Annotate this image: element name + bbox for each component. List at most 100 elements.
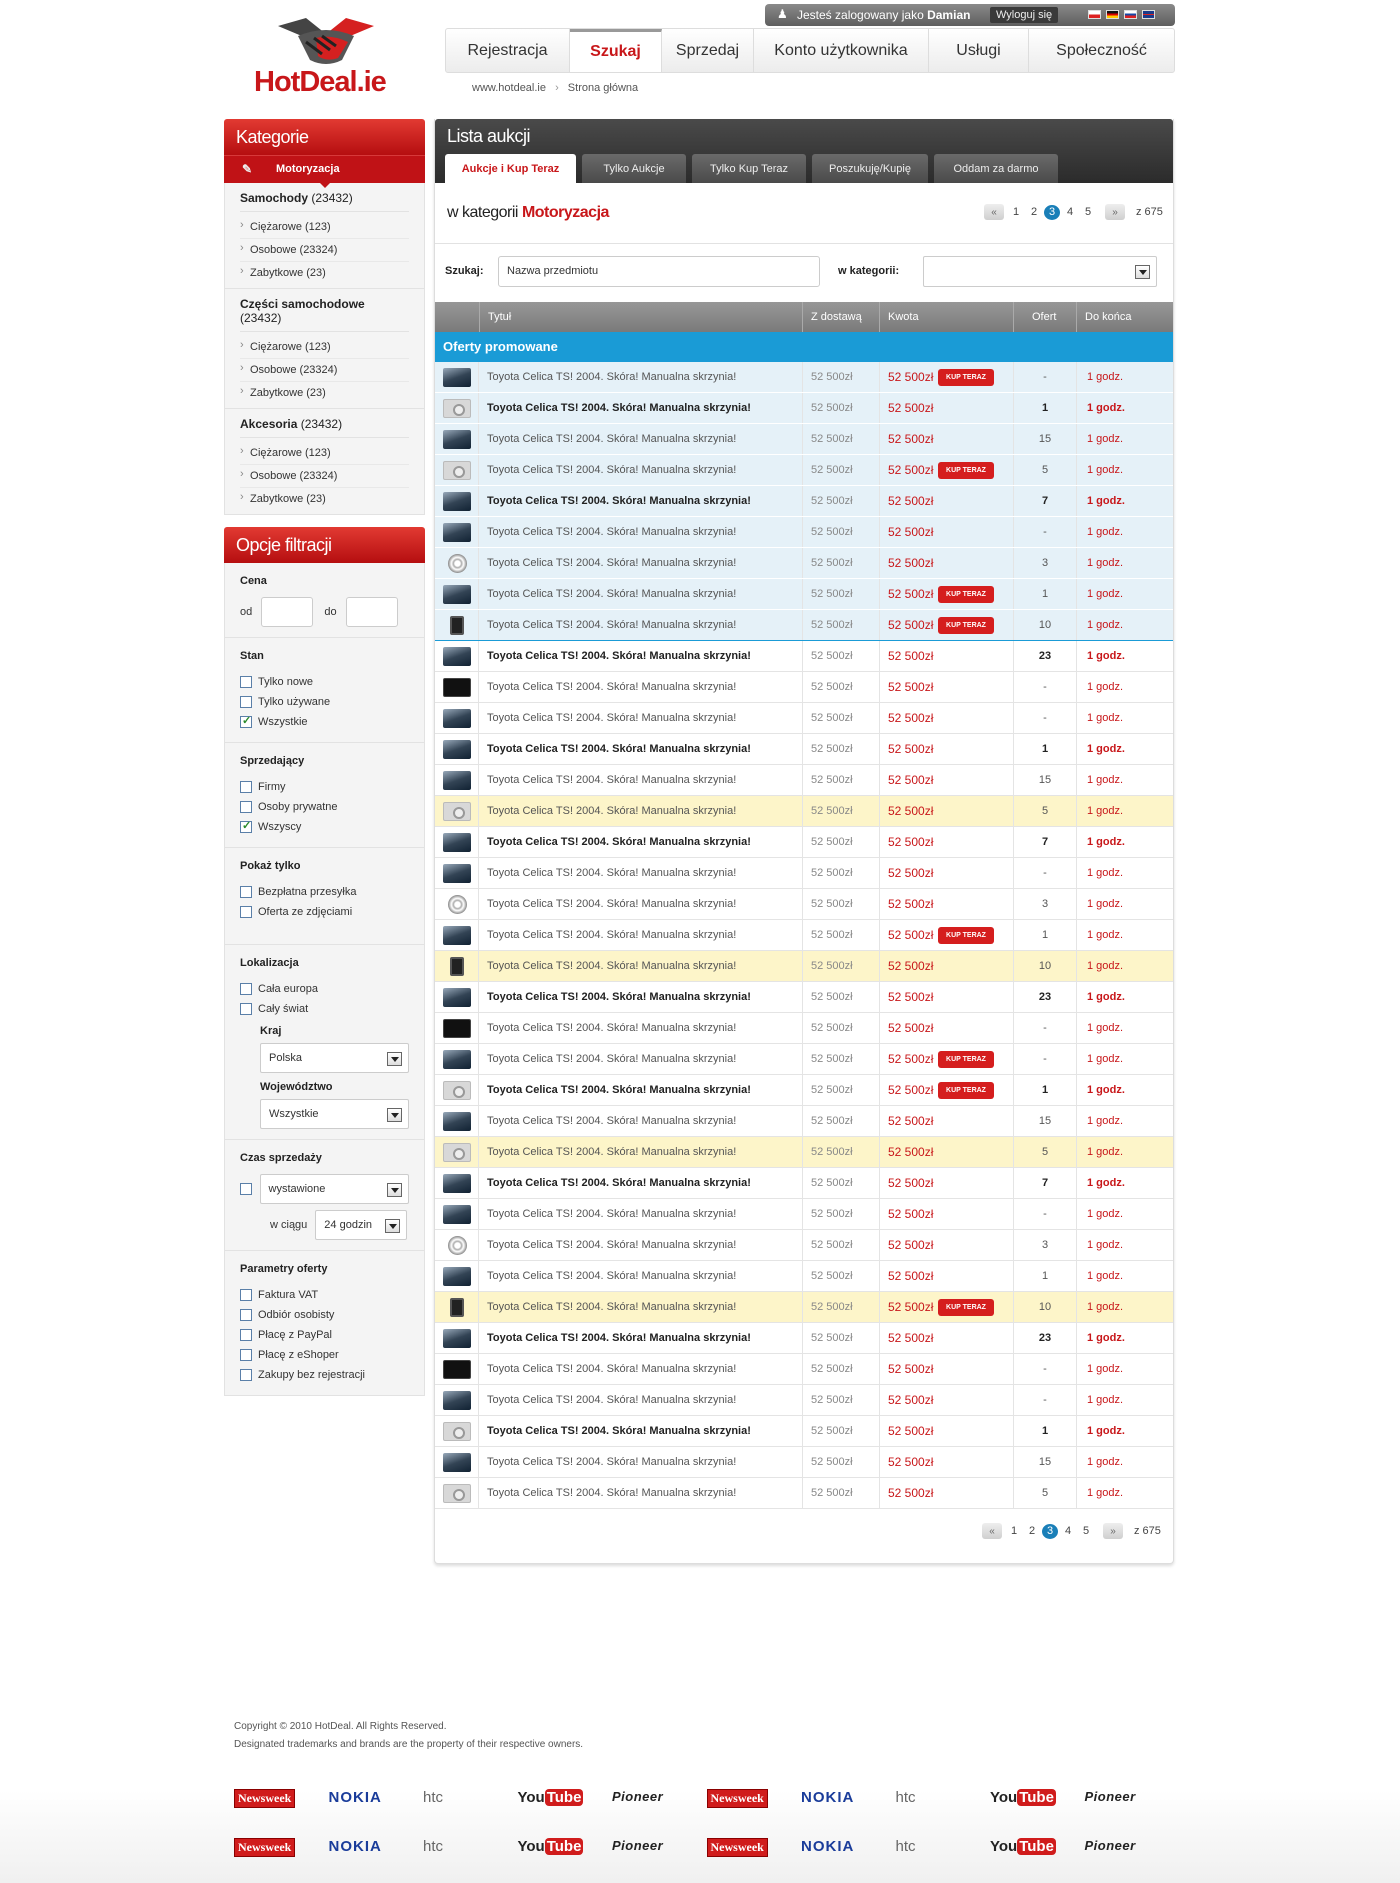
promoted-row[interactable]: Toyota Celica TS! 2004. Skóra! Manualna … <box>435 579 1173 610</box>
table-row[interactable]: Toyota Celica TS! 2004. Skóra! Manualna … <box>435 1447 1173 1478</box>
region-select[interactable]: Wszystkie <box>260 1099 409 1129</box>
category-item[interactable]: Ciężarowe (123) <box>240 216 409 239</box>
row-title[interactable]: Toyota Celica TS! 2004. Skóra! Manualna … <box>479 455 803 485</box>
htc-logo[interactable]: htc <box>896 1789 916 1806</box>
category-item[interactable]: Osobowe (23324) <box>240 239 409 262</box>
chevron-down-icon[interactable] <box>1135 265 1150 279</box>
price-from-input[interactable] <box>261 597 314 627</box>
table-row[interactable]: Toyota Celica TS! 2004. Skóra! Manualna … <box>435 827 1173 858</box>
row-thumbnail[interactable] <box>435 1199 479 1229</box>
row-title[interactable]: Toyota Celica TS! 2004. Skóra! Manualna … <box>479 579 803 609</box>
row-title[interactable]: Toyota Celica TS! 2004. Skóra! Manualna … <box>479 920 803 950</box>
col-time-left[interactable]: Do końca <box>1077 302 1173 332</box>
row-title[interactable]: Toyota Celica TS! 2004. Skóra! Manualna … <box>479 362 803 392</box>
row-title[interactable]: Toyota Celica TS! 2004. Skóra! Manualna … <box>479 1075 803 1105</box>
condition-option[interactable]: Tylko używane <box>240 692 409 712</box>
row-thumbnail[interactable] <box>435 517 479 547</box>
tab-oddam-za-darmo[interactable]: Oddam za darmo <box>934 154 1058 183</box>
row-title[interactable]: Toyota Celica TS! 2004. Skóra! Manualna … <box>479 889 803 919</box>
table-row[interactable]: Toyota Celica TS! 2004. Skóra! Manualna … <box>435 703 1173 734</box>
category-group-title[interactable]: Samochody (23432) <box>240 191 409 212</box>
row-thumbnail[interactable] <box>435 765 479 795</box>
row-thumbnail[interactable] <box>435 796 479 826</box>
category-item[interactable]: Osobowe (23324) <box>240 359 409 382</box>
row-title[interactable]: Toyota Celica TS! 2004. Skóra! Manualna … <box>479 951 803 981</box>
prev-page-icon[interactable]: « <box>984 204 1004 220</box>
row-thumbnail[interactable] <box>435 1478 479 1508</box>
col-price[interactable]: Kwota <box>880 302 1014 332</box>
site-logo[interactable]: HotDeal.ie <box>250 16 410 102</box>
offer-param-option[interactable]: Płacę z eShoper <box>240 1345 409 1365</box>
row-thumbnail[interactable] <box>435 1292 479 1322</box>
row-thumbnail[interactable] <box>435 1106 479 1136</box>
row-thumbnail[interactable] <box>435 1354 479 1384</box>
row-thumbnail[interactable] <box>435 424 479 454</box>
row-thumbnail[interactable] <box>435 672 479 702</box>
htc-logo[interactable]: htc <box>423 1789 443 1806</box>
chevron-down-icon[interactable] <box>385 1219 401 1233</box>
table-row[interactable]: Toyota Celica TS! 2004. Skóra! Manualna … <box>435 1013 1173 1044</box>
location-option[interactable]: Cały świat <box>240 999 409 1019</box>
checkbox-icon[interactable] <box>240 1369 252 1381</box>
category-item[interactable]: Zabytkowe (23) <box>240 382 409 404</box>
row-thumbnail[interactable] <box>435 1168 479 1198</box>
row-thumbnail[interactable] <box>435 641 479 671</box>
table-row[interactable]: Toyota Celica TS! 2004. Skóra! Manualna … <box>435 889 1173 920</box>
nokia-logo[interactable]: NOKIA <box>801 1838 854 1855</box>
youtube-logo[interactable]: You Tube <box>990 1789 1056 1806</box>
table-row[interactable]: Toyota Celica TS! 2004. Skóra! Manualna … <box>435 951 1173 982</box>
row-title[interactable]: Toyota Celica TS! 2004. Skóra! Manualna … <box>479 1292 803 1322</box>
category-item[interactable]: Ciężarowe (123) <box>240 442 409 465</box>
checkbox-icon[interactable] <box>240 1183 252 1195</box>
table-row[interactable]: Toyota Celica TS! 2004. Skóra! Manualna … <box>435 672 1173 703</box>
youtube-logo[interactable]: You Tube <box>990 1838 1056 1855</box>
row-title[interactable]: Toyota Celica TS! 2004. Skóra! Manualna … <box>479 765 803 795</box>
search-input[interactable]: Nazwa przedmiotu <box>498 256 820 287</box>
checkbox-icon[interactable] <box>240 781 252 793</box>
table-row[interactable]: Toyota Celica TS! 2004. Skóra! Manualna … <box>435 641 1173 672</box>
table-row[interactable]: Toyota Celica TS! 2004. Skóra! Manualna … <box>435 920 1173 951</box>
nav-szukaj[interactable]: Szukaj <box>570 29 662 72</box>
htc-logo[interactable]: htc <box>896 1838 916 1855</box>
page-link-current[interactable]: 3 <box>1044 204 1060 220</box>
row-title[interactable]: Toyota Celica TS! 2004. Skóra! Manualna … <box>479 486 803 516</box>
row-title[interactable]: Toyota Celica TS! 2004. Skóra! Manualna … <box>479 1106 803 1136</box>
buy-now-button[interactable]: KUP TERAZ <box>938 617 994 634</box>
checkbox-icon[interactable] <box>240 1289 252 1301</box>
promoted-row[interactable]: Toyota Celica TS! 2004. Skóra! Manualna … <box>435 486 1173 517</box>
row-thumbnail[interactable] <box>435 1137 479 1167</box>
checkbox-icon[interactable] <box>240 906 252 918</box>
row-thumbnail[interactable] <box>435 455 479 485</box>
checkbox-icon[interactable] <box>240 696 252 708</box>
category-item[interactable]: Osobowe (23324) <box>240 465 409 488</box>
promoted-row[interactable]: Toyota Celica TS! 2004. Skóra! Manualna … <box>435 517 1173 548</box>
table-row[interactable]: Toyota Celica TS! 2004. Skóra! Manualna … <box>435 1230 1173 1261</box>
checkbox-icon[interactable] <box>240 886 252 898</box>
row-title[interactable]: Toyota Celica TS! 2004. Skóra! Manualna … <box>479 1230 803 1260</box>
seller-option[interactable]: Firmy <box>240 777 409 797</box>
row-title[interactable]: Toyota Celica TS! 2004. Skóra! Manualna … <box>479 796 803 826</box>
table-row[interactable]: Toyota Celica TS! 2004. Skóra! Manualna … <box>435 1106 1173 1137</box>
sk-flag-icon[interactable] <box>1124 10 1137 19</box>
page-link[interactable]: 5 <box>1080 206 1096 218</box>
offer-param-option[interactable]: Płacę z PayPal <box>240 1325 409 1345</box>
row-thumbnail[interactable] <box>435 486 479 516</box>
nav-sprzedaj[interactable]: Sprzedaj <box>662 29 754 72</box>
nokia-logo[interactable]: NOKIA <box>329 1838 382 1855</box>
pioneer-logo[interactable]: Pioneer <box>1085 1789 1136 1804</box>
category-item[interactable]: Zabytkowe (23) <box>240 488 409 510</box>
promoted-row[interactable]: Toyota Celica TS! 2004. Skóra! Manualna … <box>435 424 1173 455</box>
row-thumbnail[interactable] <box>435 858 479 888</box>
row-title[interactable]: Toyota Celica TS! 2004. Skóra! Manualna … <box>479 1354 803 1384</box>
offer-param-option[interactable]: Faktura VAT <box>240 1285 409 1305</box>
row-thumbnail[interactable] <box>435 1323 479 1353</box>
promoted-row[interactable]: Toyota Celica TS! 2004. Skóra! Manualna … <box>435 548 1173 579</box>
row-title[interactable]: Toyota Celica TS! 2004. Skóra! Manualna … <box>479 1013 803 1043</box>
page-link[interactable]: 4 <box>1060 1525 1076 1537</box>
row-thumbnail[interactable] <box>435 982 479 1012</box>
breadcrumb-home[interactable]: www.hotdeal.ie <box>472 82 546 94</box>
nokia-logo[interactable]: NOKIA <box>329 1789 382 1806</box>
tab-tylko-kup-teraz[interactable]: Tylko Kup Teraz <box>692 154 806 183</box>
page-link-current[interactable]: 3 <box>1042 1523 1058 1539</box>
row-thumbnail[interactable] <box>435 1385 479 1415</box>
